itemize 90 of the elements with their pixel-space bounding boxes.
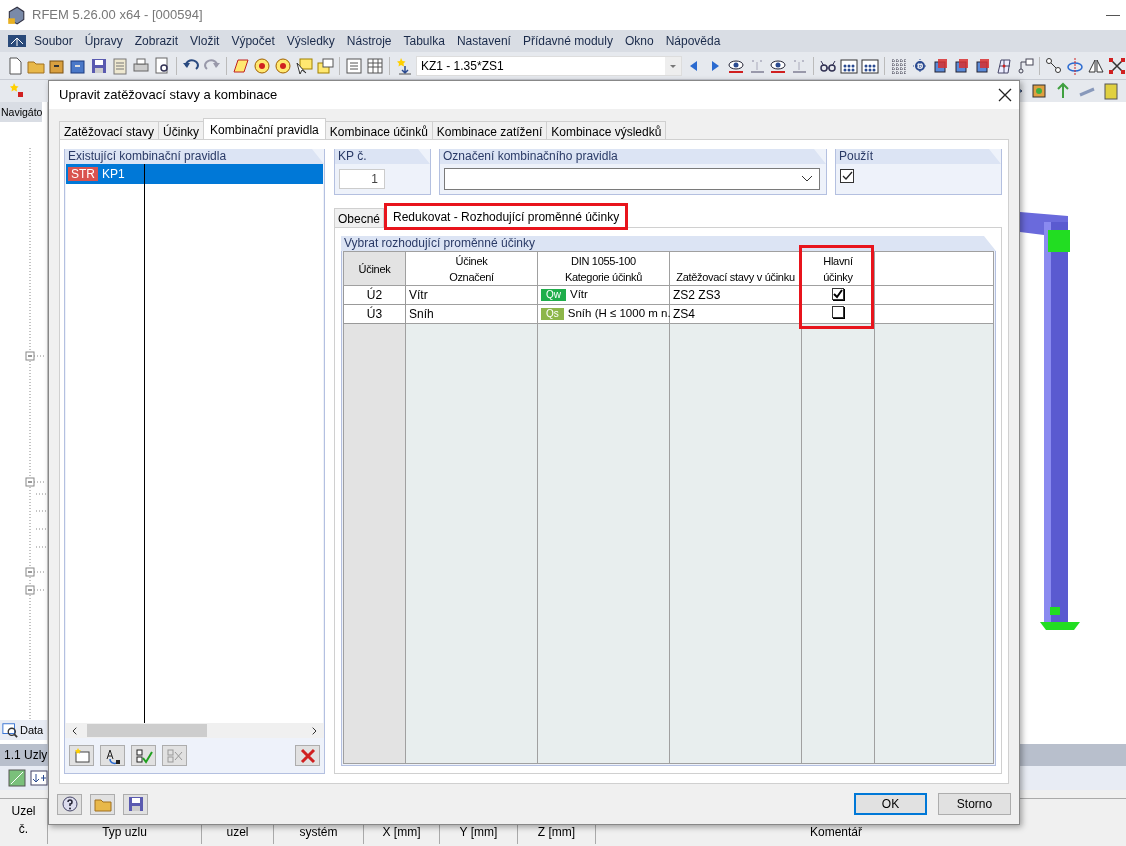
menu-item[interactable]: Tabulka [397,32,451,50]
column-header: Účinek Označení [405,251,538,286]
column-header: Účinek [343,251,406,286]
menu-item[interactable]: Vložit [184,32,226,50]
cursor-icon[interactable] [294,56,313,75]
node-grid-icon[interactable] [911,56,929,75]
scrollbar[interactable] [65,723,324,739]
rename-button[interactable] [100,745,125,767]
ok-button[interactable]: OK [854,793,927,816]
checkbox[interactable] [840,169,854,183]
checkbox[interactable] [832,288,844,300]
group-header: KP č. [335,149,430,164]
category-badge: Qs [541,308,564,321]
navigator-title: Navigáto [1,106,43,118]
number-field[interactable]: 1 [339,169,385,189]
cancel-button[interactable]: Storno [938,793,1011,816]
group-header: Vybrat rozhodující proměnné účinky [341,236,996,251]
menu-item[interactable]: Úpravy [78,32,129,50]
gradient-icon[interactable] [1102,82,1120,100]
list-view-icon[interactable] [344,56,363,75]
group-header: Označení kombinačního pravidla [440,149,826,164]
group-header: Existující kombinační pravidla [65,149,324,164]
load-combination-dropdown[interactable]: KZ1 - 1.35*ZS1 [415,55,683,76]
close-icon[interactable] [998,88,1012,102]
menu-item[interactable]: Přídavné moduly [516,32,619,50]
dialog-title: Upravit zatěžovací stavy a kombinace [59,86,278,105]
list-item[interactable]: STR KP1 [66,164,323,184]
cube-icon[interactable] [932,56,950,75]
rotate-icon[interactable] [1066,56,1084,75]
designation-dropdown[interactable] [444,168,820,190]
window-title: RFEM 5.26.00 x64 - [000594] [32,6,203,25]
clipboard-icon[interactable] [111,56,129,75]
tab[interactable]: Kombinace výsledků [546,121,667,139]
abacus-icon[interactable] [840,56,859,75]
category-badge: Qw [541,289,566,302]
cube-icon[interactable] [974,56,992,75]
table-edit-icon[interactable] [8,769,26,787]
menu-item[interactable]: Okno [618,32,660,50]
column-header: DIN 1055-100 Kategorie účinků [537,251,670,286]
insert-row-icon[interactable] [30,769,48,787]
app-logo-icon [6,5,26,25]
panel-title: 1.1 Uzly [4,747,48,764]
menu-item[interactable]: Zobrazit [128,32,185,50]
data-tab[interactable]: Data [0,720,47,740]
tab[interactable]: Kombinace účinků [324,121,433,139]
tab[interactable]: Obecné [334,208,385,227]
menu-item[interactable]: Nastavení [450,32,517,50]
target-icon[interactable] [273,56,292,75]
cube-icon[interactable] [953,56,971,75]
tab[interactable]: Účinky [158,121,205,139]
help-button[interactable] [57,793,82,815]
delete-button[interactable] [295,745,320,767]
load-icon[interactable] [394,56,413,75]
star-icon[interactable] [8,82,26,100]
new-file-icon[interactable] [6,56,24,75]
tab[interactable]: Kombinace zatížení [431,121,548,139]
menu-item[interactable]: Soubor [28,32,79,50]
print-icon[interactable] [132,56,150,75]
checkbox[interactable] [832,306,844,318]
cross-icon[interactable] [1108,56,1126,75]
print-preview-icon[interactable] [153,56,171,75]
data-icon [2,722,18,738]
menu-item[interactable]: Výpočet [225,32,281,50]
column-header: Zatěžovací stavy v účinku [669,251,802,286]
table-view-icon[interactable] [365,56,384,75]
caret-icon[interactable] [801,175,813,183]
column-header: Hlavní účinky [801,251,875,286]
target-icon[interactable] [252,56,271,75]
cube-icon[interactable] [1030,82,1048,100]
mesh-icon[interactable] [995,56,1013,75]
window-icon[interactable] [315,56,334,75]
save-button[interactable] [123,793,148,815]
tab[interactable]: Redukovat - Rozhodující proměnné účinky [384,203,629,230]
app-menu-icon[interactable] [6,32,28,50]
uncheck-all-button[interactable] [162,745,187,767]
tab[interactable]: Zatěžovací stavy [59,121,160,139]
menu-item[interactable]: Výsledky [280,32,341,50]
minimize-button[interactable] [1106,14,1120,16]
tab[interactable]: Kombinační pravidla [203,118,326,139]
menu-item[interactable]: Nápověda [659,32,727,50]
new-rule-button[interactable] [69,745,94,767]
parallelogram-icon[interactable] [231,56,250,75]
link-icon[interactable] [1016,56,1034,75]
menu-item[interactable]: Nástroje [340,32,398,50]
check-all-button[interactable] [131,745,156,767]
grid-icon[interactable] [890,56,908,75]
nodes-icon[interactable] [1045,56,1063,75]
save-icon[interactable] [90,56,108,75]
group-header: Použít [836,149,1001,164]
abacus-icon[interactable] [861,56,880,75]
